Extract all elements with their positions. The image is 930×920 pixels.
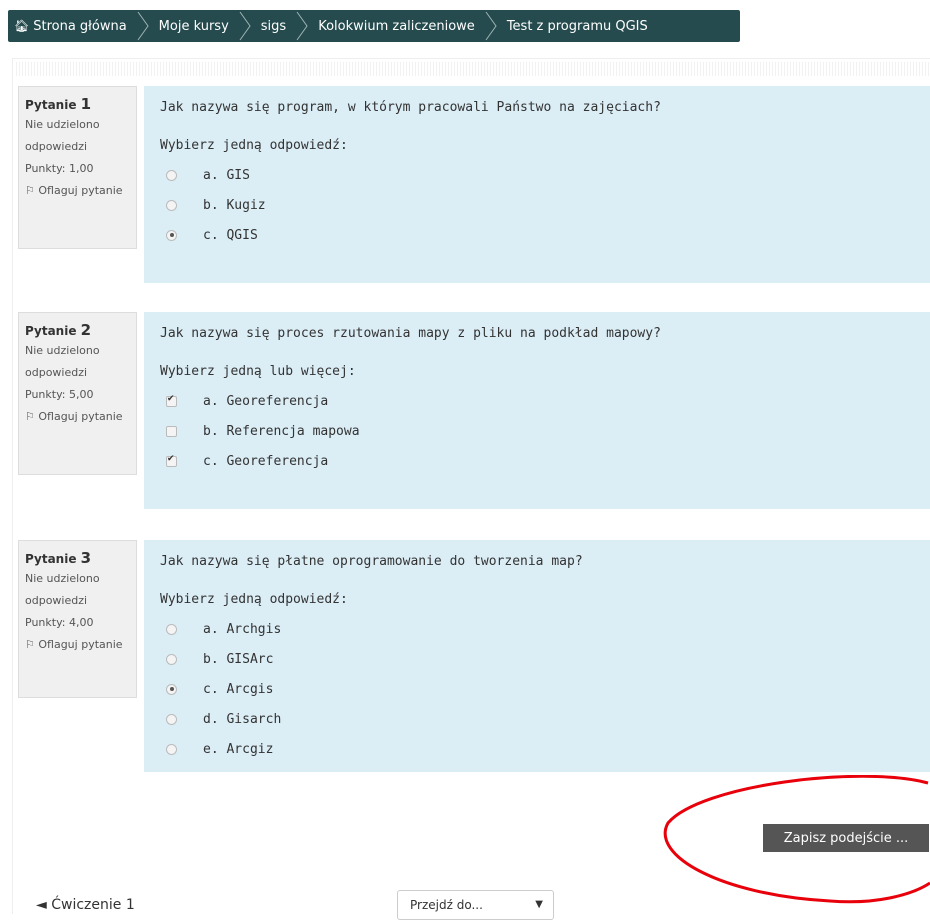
flag-question-link[interactable]: ⚐ Oflaguj pytanie [25, 180, 130, 202]
answer-option[interactable]: b. Referencja mapowa [160, 416, 914, 446]
jump-to-label: Przejdź do... [410, 898, 483, 912]
breadcrumb-label: Test z programu QGIS [506, 18, 648, 34]
checkbox[interactable] [166, 425, 177, 437]
answer-option[interactable]: e. Arcgiz [160, 734, 914, 764]
radio-button[interactable] [166, 653, 177, 665]
radio-button[interactable] [166, 713, 177, 725]
chevron-right-icon [235, 10, 255, 42]
breadcrumb-item-quiz[interactable]: Test z programu QGIS [501, 10, 654, 42]
question-content-2: Jak nazywa się proces rzutowania mapy z … [144, 312, 930, 509]
answer-option[interactable]: d. Gisarch [160, 704, 914, 734]
question-points: Punkty: 5,00 [25, 388, 94, 401]
answer-prompt: Wybierz jedną odpowiedź: [160, 138, 348, 153]
breadcrumb-label: Kolokwium zaliczeniowe [318, 18, 475, 34]
answer-option[interactable]: a. GIS [160, 160, 914, 190]
home-icon: 🏠︎ [14, 19, 30, 33]
question-state: Nie udzielono odpowiedzi [25, 344, 100, 379]
breadcrumb-label: Strona główna [33, 18, 127, 34]
dropdown-arrow-icon: ▼ [535, 899, 543, 910]
answer-option[interactable]: a. Archgis [160, 614, 914, 644]
question-text: Jak nazywa się program, w którym pracowa… [160, 100, 661, 115]
question-number: Pytanie 3 [25, 549, 92, 567]
breadcrumb-item-course[interactable]: sigs [255, 10, 292, 42]
radio-button[interactable] [166, 169, 177, 181]
answer-option[interactable]: b. Kugiz [160, 190, 914, 220]
question-text: Jak nazywa się płatne oprogramowanie do … [160, 554, 583, 569]
flag-question-link[interactable]: ⚐ Oflaguj pytanie [25, 406, 130, 428]
chevron-right-icon [481, 10, 501, 42]
answer-option[interactable]: a. Georeferencja [160, 386, 914, 416]
breadcrumb-item-section[interactable]: Kolokwium zaliczeniowe [312, 10, 481, 42]
answer-prompt: Wybierz jedną lub więcej: [160, 364, 356, 379]
question-number: Pytanie 2 [25, 321, 92, 339]
question-content-1: Jak nazywa się program, w którym pracowa… [144, 86, 930, 283]
answer-option[interactable]: c. Arcgis [160, 674, 914, 704]
radio-button-selected[interactable] [166, 229, 177, 241]
answer-option[interactable]: c. Georeferencja [160, 446, 914, 476]
question-info-1: Pytanie 1 Nie udzielono odpowiedzi Punkt… [18, 86, 137, 249]
answer-option[interactable]: c. QGIS [160, 220, 914, 250]
breadcrumb: 🏠︎ Strona główna Moje kursy sigs Kolokwi… [8, 10, 740, 42]
chevron-right-icon [292, 10, 312, 42]
flag-question-link[interactable]: ⚐ Oflaguj pytanie [25, 634, 130, 656]
flag-icon: ⚐ [25, 410, 35, 423]
radio-button[interactable] [166, 743, 177, 755]
checkbox-checked[interactable] [166, 394, 177, 407]
previous-activity-link[interactable]: ◄ Ćwiczenie 1 [36, 897, 135, 913]
question-text: Jak nazywa się proces rzutowania mapy z … [160, 326, 661, 341]
question-points: Punkty: 1,00 [25, 162, 94, 175]
radio-button[interactable] [166, 199, 177, 211]
chevron-right-icon [133, 10, 153, 42]
flag-icon: ⚐ [25, 184, 35, 197]
submit-attempt-button[interactable]: Zapisz podejście ... [763, 824, 929, 852]
flag-icon: ⚐ [25, 638, 35, 651]
answer-option[interactable]: b. GISArc [160, 644, 914, 674]
question-info-3: Pytanie 3 Nie udzielono odpowiedzi Punkt… [18, 540, 137, 698]
radio-button[interactable] [166, 623, 177, 635]
dotted-separator [16, 62, 930, 76]
question-points: Punkty: 4,00 [25, 616, 94, 629]
breadcrumb-label: sigs [260, 18, 287, 34]
question-info-2: Pytanie 2 Nie udzielono odpowiedzi Punkt… [18, 312, 137, 475]
checkbox-checked[interactable] [166, 454, 177, 467]
breadcrumb-label: Moje kursy [158, 18, 229, 34]
breadcrumb-item-home[interactable]: 🏠︎ Strona główna [8, 10, 133, 42]
jump-to-select[interactable]: Przejdź do... ▼ [397, 890, 554, 920]
question-state: Nie udzielono odpowiedzi [25, 118, 100, 153]
question-number: Pytanie 1 [25, 95, 92, 113]
question-content-3: Jak nazywa się płatne oprogramowanie do … [144, 540, 930, 772]
answer-prompt: Wybierz jedną odpowiedź: [160, 592, 348, 607]
question-state: Nie udzielono odpowiedzi [25, 572, 100, 607]
radio-button-selected[interactable] [166, 683, 177, 695]
breadcrumb-item-my-courses[interactable]: Moje kursy [153, 10, 235, 42]
